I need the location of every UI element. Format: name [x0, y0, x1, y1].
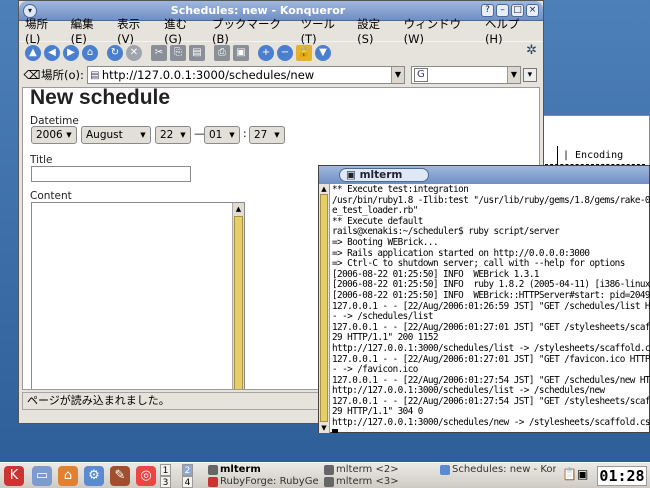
back-arrow-icon[interactable]: ◀	[44, 44, 60, 61]
time-separator: :	[243, 127, 247, 140]
mlterm-window[interactable]: ▣ mlterm ▲ ▼ ** Execute test:integration…	[318, 165, 650, 433]
home-icon[interactable]: ⌂	[82, 44, 98, 61]
pager-desktop-4[interactable]: 4	[182, 476, 193, 488]
month-select[interactable]: August ▼	[81, 126, 151, 144]
title-input[interactable]	[31, 166, 191, 182]
terminal-line: [2006-08-22 01:25:50] INFO WEBrick::HTTP…	[332, 289, 650, 301]
minute-select[interactable]: 27 ▼	[249, 126, 285, 144]
scroll-down-icon[interactable]: ▼	[319, 423, 329, 433]
chevron-down-icon: ▼	[180, 131, 186, 139]
menu-edit[interactable]: 編集(E)	[71, 16, 106, 46]
table-divider	[557, 146, 558, 166]
zoom-out-icon[interactable]: −	[277, 44, 293, 61]
terminal-icon	[324, 465, 334, 475]
zoom-in-icon[interactable]: +	[258, 44, 274, 61]
page-title: New schedule	[30, 87, 171, 109]
terminal-scrollbar[interactable]: ▲ ▼	[319, 184, 330, 433]
task-konqueror[interactable]: Schedules: new - Kor	[438, 464, 556, 476]
task-mlterm[interactable]: mlterm	[206, 464, 318, 476]
encoding-header: | Encoding	[563, 150, 624, 161]
chevron-down-icon: ▼	[229, 131, 235, 139]
mlterm-titlebar[interactable]: ▣ mlterm	[319, 166, 649, 184]
page-icon: ▤	[90, 69, 100, 81]
terminal-icon	[208, 465, 218, 475]
terminal-line: http://127.0.0.1:3000/schedules/list -> …	[332, 342, 650, 354]
hour-select[interactable]: 01 ▼	[204, 126, 240, 144]
menu-window[interactable]: ウィンドウ(W)	[404, 16, 474, 46]
copy-icon[interactable]: ⎘	[170, 44, 186, 61]
up-arrow-icon[interactable]: ▲	[25, 44, 41, 61]
menu-view[interactable]: 表示(V)	[117, 16, 153, 46]
terminal-line: => Booting WEBrick...	[332, 236, 439, 248]
kde-menu-icon[interactable]: K	[4, 466, 24, 486]
terminal-output[interactable]: ** Execute test:integration/usr/bin/ruby…	[332, 185, 650, 433]
scroll-thumb[interactable]	[234, 216, 243, 389]
download-icon[interactable]: ▼	[315, 44, 331, 61]
search-engine-icon[interactable]: G	[413, 68, 428, 82]
scroll-up-icon[interactable]: ▲	[319, 184, 329, 194]
pager-desktop-1[interactable]: 1	[160, 464, 171, 476]
url-text[interactable]: http://127.0.0.1:3000/schedules/new	[102, 68, 391, 82]
task-rubyforge[interactable]: RubyForge: RubyGen	[206, 476, 318, 488]
desktop-pager: 1 2 3 4	[160, 464, 204, 488]
search-go-icon[interactable]: ▾	[522, 68, 537, 82]
clock[interactable]: 01:28	[597, 466, 647, 486]
editor-launcher-icon[interactable]: ✎	[110, 466, 130, 486]
task-mlterm-3[interactable]: mlterm <3>	[322, 476, 434, 488]
menu-settings[interactable]: 設定(S)	[357, 16, 392, 46]
cut-icon[interactable]: ✂	[151, 44, 167, 61]
print-icon[interactable]: ⎙	[214, 44, 230, 61]
scroll-thumb[interactable]	[320, 194, 328, 422]
url-dropdown-button[interactable]: ▼	[390, 67, 404, 83]
pager-desktop-3[interactable]: 3	[160, 476, 171, 488]
menu-bookmarks[interactable]: ブックマーク(B)	[212, 16, 290, 46]
chevron-down-icon: ▼	[66, 131, 72, 139]
title-label: Title	[30, 154, 53, 166]
day-select[interactable]: 22 ▼	[155, 126, 191, 144]
help-launcher-icon[interactable]: ◎	[136, 466, 156, 486]
menubar: 場所(L) 編集(E) 表示(V) 進む(G) ブックマーク(B) ツール(T)…	[19, 17, 543, 46]
paste-icon[interactable]: ▤	[189, 44, 205, 61]
location-label: 場所(o):	[41, 68, 84, 82]
scroll-up-icon[interactable]: ▲	[233, 203, 244, 215]
lock-icon[interactable]: 🔒	[296, 44, 312, 61]
konqueror-icon	[208, 477, 218, 487]
home-folder-icon[interactable]: ⌂	[58, 466, 78, 486]
url-input[interactable]: ▤ http://127.0.0.1:3000/schedules/new ▼	[86, 66, 405, 84]
konqueror-icon	[440, 465, 450, 475]
search-dropdown-button[interactable]: ▼	[506, 67, 520, 83]
content-textarea[interactable]: ▲	[31, 202, 245, 389]
forward-arrow-icon[interactable]: ▶	[63, 44, 79, 61]
reload-icon[interactable]: ↻	[107, 44, 123, 61]
terminal-icon	[324, 477, 334, 487]
menu-location[interactable]: 場所(L)	[25, 16, 60, 46]
terminal-line: ** Execute test:integration	[332, 185, 469, 195]
mlterm-title: ▣ mlterm	[339, 168, 429, 182]
terminal-cursor	[332, 429, 338, 433]
monitor-icon[interactable]: ▣	[577, 467, 588, 481]
content-label: Content	[30, 190, 72, 202]
menu-go[interactable]: 進む(G)	[164, 16, 201, 46]
chevron-down-icon: ▼	[140, 131, 146, 139]
show-desktop-icon[interactable]: ▭	[32, 466, 52, 486]
task-mlterm-2[interactable]: mlterm <2>	[322, 464, 434, 476]
taskbar: K ▭ ⌂ ⚙ ✎ ◎ 1 2 3 4 mlterm mlterm <2> Sc…	[0, 462, 650, 488]
konqueror-launcher-icon[interactable]: ⚙	[84, 466, 104, 486]
system-tray: 📋▣	[562, 467, 588, 481]
print-frame-icon[interactable]: ▣	[233, 44, 249, 61]
clipboard-icon[interactable]: 📋	[562, 467, 577, 481]
menu-tools[interactable]: ツール(T)	[301, 16, 347, 46]
chevron-down-icon: ▼	[274, 131, 280, 139]
pager-desktop-2[interactable]: 2	[182, 464, 193, 476]
clear-location-icon[interactable]: ⌫	[23, 68, 41, 82]
content-scrollbar[interactable]: ▲	[232, 203, 244, 389]
search-input[interactable]: G ▼	[410, 66, 521, 84]
stop-icon[interactable]: ✕	[126, 44, 142, 61]
kde-gear-icon[interactable]: ✲	[526, 43, 537, 58]
location-bar: ⌫ 場所(o): ▤ http://127.0.0.1:3000/schedul…	[19, 63, 543, 87]
terminal-line: http://127.0.0.1:3000/schedules/new -> /…	[332, 417, 650, 429]
year-select[interactable]: 2006 ▼	[31, 126, 77, 144]
menu-help[interactable]: ヘルプ(H)	[485, 16, 532, 46]
